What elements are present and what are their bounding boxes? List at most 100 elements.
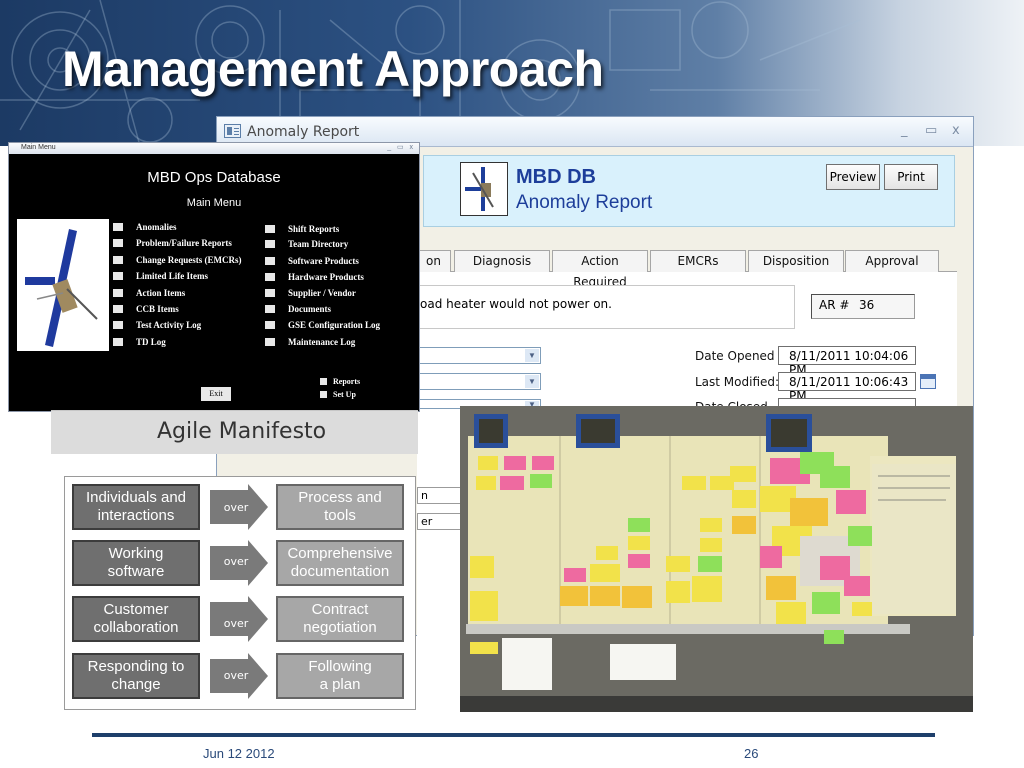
page-number: 26 [744, 746, 759, 761]
agile-right-box: Contract negotiation [276, 596, 404, 642]
last-modified-label: Last Modified: [695, 375, 780, 389]
agile-right-line: negotiation [303, 619, 377, 636]
reports-button[interactable] [320, 378, 327, 385]
agile-left-box: Responding to change [72, 653, 200, 699]
tab-diagnosis[interactable]: Diagnosis [454, 250, 550, 272]
menu-item-ccb-items[interactable]: CCB Items [136, 304, 179, 314]
menu-item-td-log[interactable]: TD Log [136, 337, 166, 347]
agile-right-line: tools [324, 507, 356, 524]
menu-button-test-activity-log[interactable] [113, 321, 123, 329]
minimize-button[interactable]: _ [387, 144, 391, 151]
agile-right-line: Following [308, 658, 372, 675]
setup-label[interactable]: Set Up [333, 390, 356, 399]
maximize-button[interactable]: ▭ [397, 144, 404, 151]
preview-button[interactable]: Preview [826, 164, 880, 190]
menu-button-software-products[interactable] [265, 257, 275, 265]
menu-item-action-items[interactable]: Action Items [136, 288, 185, 298]
menu-button-anomalies[interactable] [113, 223, 123, 231]
partial-field-2[interactable]: er [417, 513, 461, 530]
last-modified-field[interactable]: 8/11/2011 10:06:43 PM [778, 372, 916, 403]
calendar-icon[interactable] [920, 374, 936, 389]
agile-manifesto-title: Agile Manifesto [157, 419, 327, 444]
agile-right-line: a plan [319, 676, 361, 693]
agile-right-box: Following a plan [276, 653, 404, 699]
chevron-down-icon[interactable]: ▼ [525, 349, 539, 362]
over-label: over [223, 501, 249, 514]
menu-button-supplier-vendor[interactable] [265, 289, 275, 297]
close-button[interactable]: x [952, 123, 960, 138]
menu-button-td-log[interactable] [113, 338, 123, 346]
ar-number-value: 36 [859, 298, 875, 312]
menu-item-documents[interactable]: Documents [288, 304, 331, 314]
partial-field-1[interactable]: n [417, 487, 461, 504]
footer-date: Jun 12 2012 [203, 746, 275, 761]
minimize-button[interactable]: _ [901, 123, 908, 138]
anomaly-description-field[interactable]: oad heater would not power on. [417, 285, 795, 329]
menu-item-hardware-products[interactable]: Hardware Products [288, 272, 364, 282]
print-button[interactable]: Print [884, 164, 938, 190]
agile-left-box: Working software [72, 540, 200, 586]
menu-item-anomalies[interactable]: Anomalies [136, 222, 177, 232]
menu-button-problem-failure-reports[interactable] [113, 239, 123, 247]
agile-right-line: documentation [290, 563, 390, 580]
agile-right-box: Process and tools [276, 484, 404, 530]
menu-button-team-directory[interactable] [265, 240, 275, 248]
tab-disposition[interactable]: Disposition [748, 250, 844, 272]
agile-right-line: Process and [298, 489, 382, 506]
agile-left-box: Individuals and interactions [72, 484, 200, 530]
combo-box-1[interactable]: ▼ [417, 347, 541, 364]
menu-button-change-requests[interactable] [113, 256, 123, 264]
tab-action-required[interactable]: Action Required [552, 250, 648, 289]
kanban-wall-photo [460, 406, 973, 712]
tab-emcrs[interactable]: EMCRs [650, 250, 746, 272]
ar-number-label: AR # [819, 298, 850, 312]
close-button[interactable]: x [410, 144, 414, 151]
date-opened-label: Date Opened [695, 349, 775, 363]
menu-button-documents[interactable] [265, 305, 275, 313]
over-label: over [223, 617, 249, 630]
menu-button-limited-life-items[interactable] [113, 272, 123, 280]
main-menu-heading: MBD Ops Database [147, 169, 281, 186]
menu-button-hardware-products[interactable] [265, 273, 275, 281]
menu-item-software-products[interactable]: Software Products [288, 256, 359, 266]
menu-item-supplier-vendor[interactable]: Supplier / Vendor [288, 288, 356, 298]
agile-left-line: Customer [103, 601, 169, 618]
exit-button[interactable]: Exit [201, 387, 231, 401]
tab-approval[interactable]: Approval [845, 250, 939, 272]
window-title: Anomaly Report [247, 124, 360, 140]
form-icon [224, 124, 241, 138]
satellite-logo-icon [460, 162, 508, 216]
agile-left-line: Responding to [87, 658, 185, 675]
date-opened-field[interactable]: 8/11/2011 10:04:06 PM [778, 346, 916, 377]
agile-left-line: change [111, 676, 161, 693]
menu-item-test-activity-log[interactable]: Test Activity Log [136, 320, 201, 330]
menu-button-action-items[interactable] [113, 289, 123, 297]
maximize-button[interactable]: ▭ [925, 123, 937, 138]
menu-item-change-requests[interactable]: Change Requests (EMCRs) [136, 255, 242, 265]
menu-item-team-directory[interactable]: Team Directory [288, 239, 348, 249]
menu-item-gse-configuration-log[interactable]: GSE Configuration Log [288, 320, 380, 330]
main-menu-window-controls[interactable]: _ ▭ x [387, 143, 413, 151]
slide-title: Management Approach [62, 41, 604, 97]
chevron-down-icon[interactable]: ▼ [525, 375, 539, 388]
agile-manifesto-panel: Individuals and interactions over Process… [64, 476, 416, 710]
combo-box-2[interactable]: ▼ [417, 373, 541, 390]
menu-button-maintenance-log[interactable] [265, 338, 275, 346]
menu-item-shift-reports[interactable]: Shift Reports [288, 224, 339, 234]
agile-right-box: Comprehensive documentation [276, 540, 404, 586]
database-title: MBD DB [516, 166, 596, 188]
form-header: MBD DB Anomaly Report Preview Print [423, 155, 955, 227]
menu-item-problem-failure-reports[interactable]: Problem/Failure Reports [136, 238, 232, 248]
agile-left-box: Customer collaboration [72, 596, 200, 642]
reports-label[interactable]: Reports [333, 377, 360, 386]
menu-item-maintenance-log[interactable]: Maintenance Log [288, 337, 355, 347]
menu-button-shift-reports[interactable] [265, 225, 275, 233]
menu-button-gse-configuration-log[interactable] [265, 321, 275, 329]
menu-item-limited-life-items[interactable]: Limited Life Items [136, 271, 208, 281]
setup-button[interactable] [320, 391, 327, 398]
tab-description[interactable]: on [417, 250, 451, 272]
form-subtitle: Anomaly Report [516, 192, 653, 213]
agile-left-line: Working [108, 545, 164, 562]
menu-button-ccb-items[interactable] [113, 305, 123, 313]
satellite-image [17, 219, 109, 351]
